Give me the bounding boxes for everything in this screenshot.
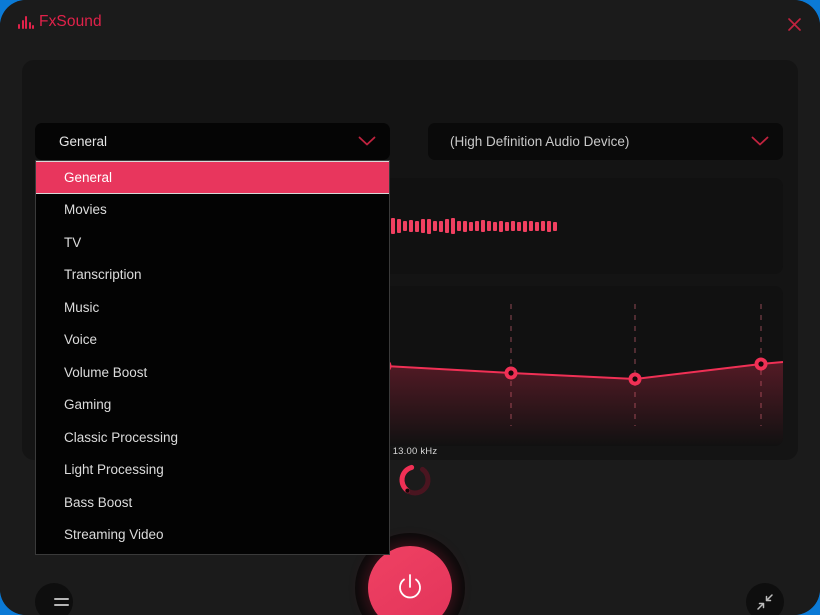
spectrum-bar <box>427 218 431 234</box>
eq-node-13-00-khz[interactable] <box>754 357 768 371</box>
eq-node-inner <box>508 370 514 376</box>
spectrum-bar <box>505 221 509 231</box>
preset-option-movies[interactable]: Movies <box>36 194 389 227</box>
eq-node-7-50-khz[interactable] <box>628 372 642 386</box>
collapse-arrows-icon <box>757 594 773 610</box>
power-button[interactable] <box>368 546 452 615</box>
eq-node-inner <box>632 376 638 382</box>
preset-option-label: Volume Boost <box>64 364 148 380</box>
spectrum-bar <box>517 221 521 231</box>
power-icon <box>399 574 421 599</box>
spectrum-bar <box>439 220 443 232</box>
spectrum-bar <box>493 221 497 231</box>
spectrum-bar <box>487 221 491 231</box>
spectrum-bar <box>469 221 473 231</box>
preset-option-classic-processing[interactable]: Classic Processing <box>36 421 389 454</box>
spectrum-bar <box>415 220 419 232</box>
eq-node-inner <box>758 361 764 367</box>
spectrum-bar <box>391 218 395 234</box>
spectrum-bar <box>541 221 545 231</box>
device-select[interactable]: (High Definition Audio Device) <box>428 123 783 160</box>
close-button[interactable] <box>780 10 808 38</box>
preset-option-label: Movies <box>64 202 107 218</box>
knob-fill <box>399 464 415 494</box>
spectrum-bar <box>475 221 479 231</box>
spectrum-bar <box>547 220 551 232</box>
device-select-value: (High Definition Audio Device) <box>450 134 630 149</box>
preset-option-music[interactable]: Music <box>36 291 389 324</box>
eq-knob-13000hz[interactable] <box>395 460 435 500</box>
collapse-button[interactable] <box>746 583 784 615</box>
equalizer-bars-icon <box>18 15 34 29</box>
fxsound-window: FxSound 13.00 kHz General (High Definiti… <box>0 0 820 615</box>
titlebar: FxSound <box>0 0 820 49</box>
spectrum-bar <box>499 220 503 232</box>
preset-option-label: General <box>64 169 113 185</box>
spectrum-bar <box>529 221 533 231</box>
main-content: 630 Hz1.25 kHz2.70 kHz5.30 kHz7.50 kHz13… <box>0 48 820 615</box>
preset-option-label: Bass Boost <box>64 494 133 510</box>
preset-option-volume-boost[interactable]: Volume Boost <box>36 356 389 389</box>
app-logo: FxSound <box>18 13 102 31</box>
preset-option-label: Streaming Video <box>64 527 164 543</box>
preset-option-light-processing[interactable]: Light Processing <box>36 454 389 487</box>
preset-option-label: Transcription <box>64 267 142 283</box>
preset-option-label: Music <box>64 299 100 315</box>
preset-option-label: Gaming <box>64 397 112 413</box>
preset-option-streaming-video[interactable]: Streaming Video <box>36 519 389 552</box>
spectrum-bar <box>451 218 455 234</box>
preset-option-general[interactable]: General <box>36 161 389 194</box>
preset-option-label: Light Processing <box>64 462 164 478</box>
chevron-down-icon <box>751 136 769 146</box>
preset-option-transcription[interactable]: Transcription <box>36 259 389 292</box>
spectrum-bar <box>511 221 515 231</box>
spectrum-bar <box>403 221 407 231</box>
preset-option-label: Voice <box>64 332 98 348</box>
spectrum-bar <box>463 220 467 232</box>
close-x-icon <box>787 17 801 31</box>
spectrum-bar <box>457 221 461 231</box>
preset-option-bass-boost[interactable]: Bass Boost <box>36 486 389 519</box>
spectrum-bar <box>433 221 437 231</box>
menu-button[interactable] <box>35 583 73 615</box>
spectrum-bar <box>535 221 539 231</box>
spectrum-bar <box>445 219 449 233</box>
spectrum-bar <box>523 220 527 232</box>
preset-dropdown-list[interactable]: General Movies TV Transcription Music Voice Vo… <box>35 160 390 555</box>
preset-option-voice[interactable]: Voice <box>36 324 389 357</box>
knob-indicator <box>405 488 410 493</box>
spectrum-bar <box>409 220 413 232</box>
preset-option-label: Classic Processing <box>64 429 179 445</box>
chevron-down-icon <box>358 136 376 146</box>
spectrum-bar <box>553 221 557 231</box>
eq-node-5-30-khz[interactable] <box>504 366 518 380</box>
preset-select[interactable]: General <box>35 123 390 160</box>
preset-option-label: TV <box>64 234 82 250</box>
spectrum-bar <box>421 219 425 233</box>
spectrum-bar <box>397 219 401 233</box>
spectrum-bar <box>481 220 485 232</box>
preset-option-tv[interactable]: TV <box>36 226 389 259</box>
app-title: FxSound <box>39 13 102 30</box>
preset-select-value: General <box>59 134 108 149</box>
preset-option-gaming[interactable]: Gaming <box>36 389 389 422</box>
